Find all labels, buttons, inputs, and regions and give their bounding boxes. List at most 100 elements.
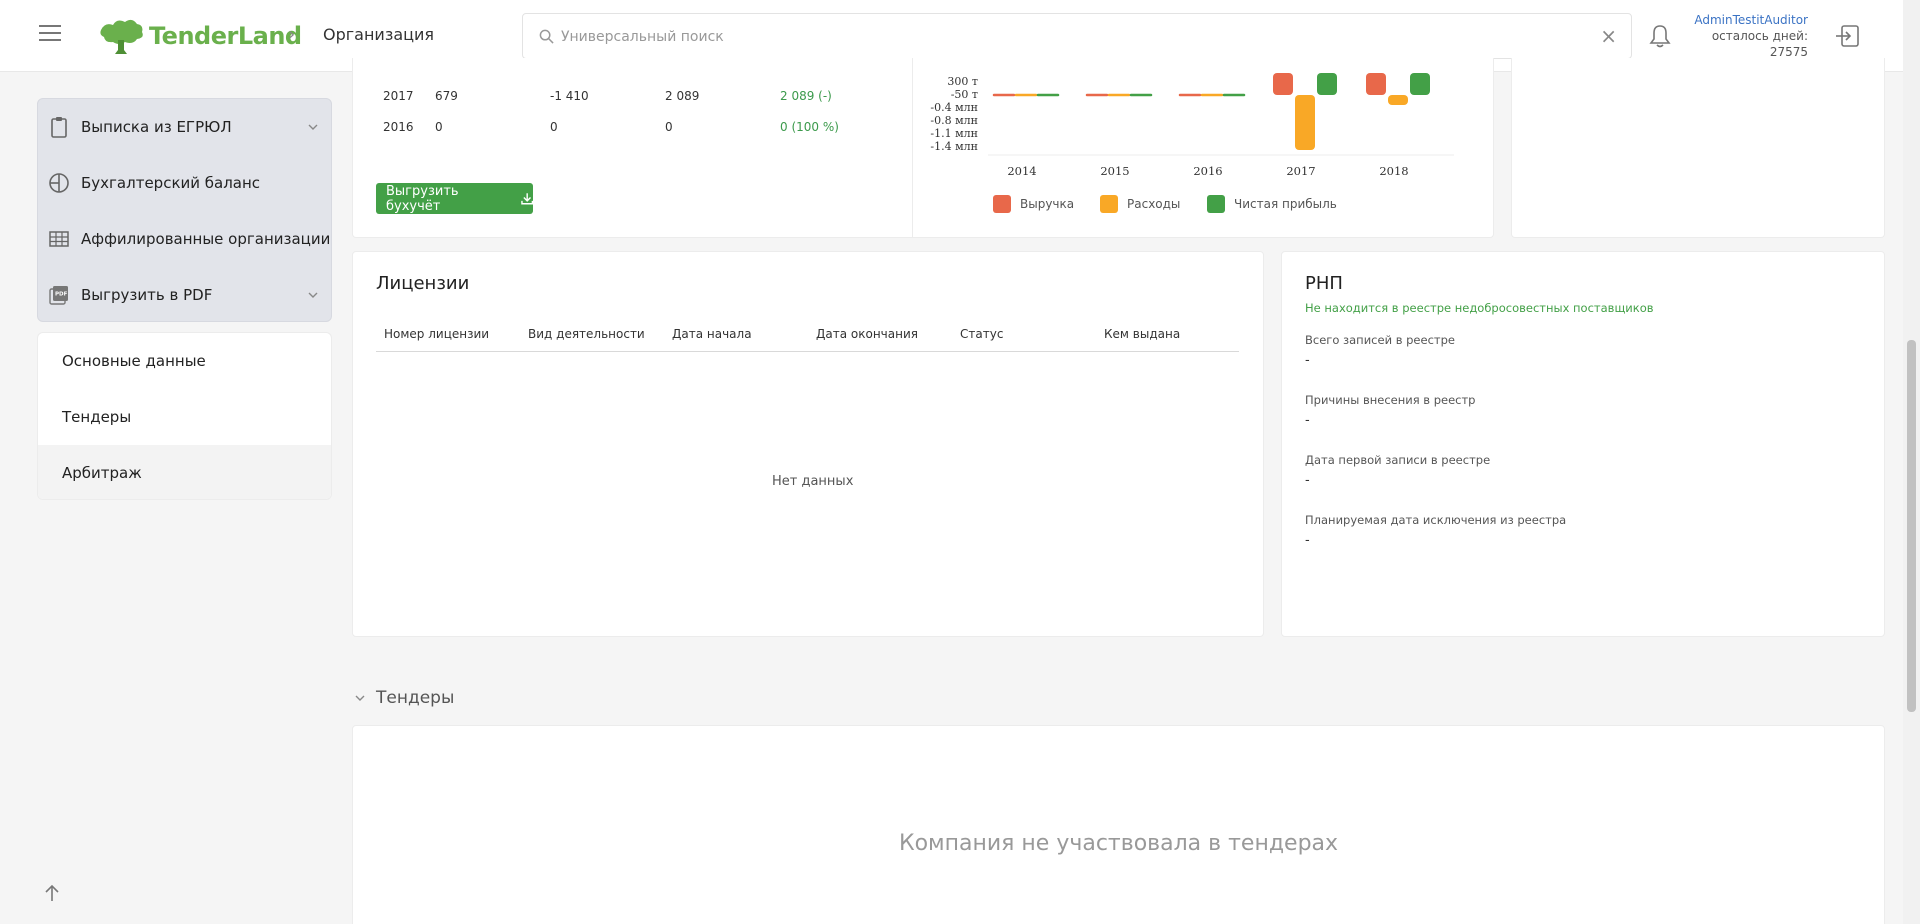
download-icon <box>520 193 533 205</box>
cell-profit: 0 <box>665 120 673 134</box>
y-tick-label: -50 т <box>951 88 978 101</box>
cell-change: 2 089 (-) <box>780 89 832 103</box>
side-info-card <box>1511 58 1885 238</box>
sidebar-item-egrul[interactable]: Выписка из ЕГРЮЛ <box>38 99 331 155</box>
legend-swatch <box>993 195 1011 213</box>
rnp-field-label: Всего записей в реестре <box>1305 333 1455 347</box>
rnp-field-label: Причины внесения в реестр <box>1305 393 1476 407</box>
chevron-down-icon[interactable] <box>307 123 319 131</box>
search-input[interactable] <box>561 25 1561 49</box>
page-scrollbar[interactable] <box>1903 0 1920 924</box>
legend-swatch <box>1100 195 1118 213</box>
legend-item[interactable]: Выручка <box>993 195 1074 213</box>
y-tick-label: 300 т <box>947 75 978 88</box>
legend-label: Выручка <box>1020 197 1075 211</box>
column-header[interactable]: Номер лицензии <box>384 327 489 341</box>
sidebar-item-affiliates[interactable]: Аффилированные организации <box>38 211 331 267</box>
cell-expenses: 0 <box>550 120 558 134</box>
column-header[interactable]: Кем выдана <box>1104 327 1180 341</box>
menu-icon[interactable] <box>39 25 61 43</box>
export-accounting-label: Выгрузить бухучёт <box>386 183 459 214</box>
y-tick-label: -1.1 млн <box>930 127 978 140</box>
bar-Расходы[interactable] <box>1295 95 1315 150</box>
export-accounting-button[interactable]: Выгрузить бухучёт <box>376 183 533 214</box>
breadcrumb-separator-icon: › <box>288 24 296 45</box>
chevron-down-icon <box>355 695 365 701</box>
svg-text:PDF: PDF <box>55 292 68 298</box>
rnp-title: РНП <box>1305 273 1343 294</box>
licenses-card <box>352 251 1264 637</box>
search-box[interactable]: × <box>522 13 1632 59</box>
x-tick-label: 2017 <box>1286 164 1315 178</box>
logout-icon[interactable] <box>1835 25 1859 47</box>
user-name[interactable]: AdminTestitAuditor <box>1680 12 1808 28</box>
bar-Выручка[interactable] <box>1366 73 1386 95</box>
nav-item-tenders[interactable]: Тендеры <box>38 389 331 445</box>
tenders-section-title: Тендеры <box>376 688 455 708</box>
close-icon[interactable]: × <box>1600 26 1617 46</box>
legend-label: Расходы <box>1127 197 1181 211</box>
column-header[interactable]: Дата начала <box>672 327 752 341</box>
logo-text: TenderLand <box>149 22 302 50</box>
y-tick-label: -1.4 млн <box>930 140 978 153</box>
x-tick-label: 2018 <box>1379 164 1408 178</box>
finance-chart: 300 т-50 т-0.4 млн-0.8 млн-1.1 млн-1.4 м… <box>930 73 1454 178</box>
column-header[interactable]: Статус <box>960 327 1003 341</box>
sidebar-item-label: Выписка из ЕГРЮЛ <box>81 118 232 136</box>
logo[interactable]: TenderLand <box>99 16 302 56</box>
finance-table: 2017 679 -1 410 2 089 2 089 (-) 2016 0 0… <box>383 89 883 139</box>
cell-change: 0 (100 %) <box>780 120 839 134</box>
bell-icon[interactable] <box>1649 24 1671 48</box>
cell-year: 2017 <box>383 89 414 103</box>
user-info[interactable]: AdminTestitAuditor осталось дней: 27575 <box>1680 12 1808 60</box>
days-left-label: осталось дней: <box>1711 29 1808 43</box>
tree-logo-icon <box>100 19 143 54</box>
y-tick-label: -0.4 млн <box>930 101 978 114</box>
rnp-field-label: Дата первой записи в реестре <box>1305 453 1491 467</box>
sidebar-item-balance[interactable]: Бухгалтерский баланс <box>38 155 331 211</box>
rnp-field-value: - <box>1305 353 1310 368</box>
bar-Чистая прибыль[interactable] <box>1317 73 1337 95</box>
sidebar-item-label: Выгрузить в PDF <box>81 286 213 304</box>
clipboard-icon <box>51 117 67 138</box>
scrollbar-thumb[interactable] <box>1907 340 1916 712</box>
tenders-empty-text: Компания не участвовала в тендерах <box>898 831 1339 856</box>
page-title: Организация <box>323 25 435 44</box>
x-tick-label: 2014 <box>1007 164 1036 178</box>
legend-item[interactable]: Чистая прибыль <box>1207 195 1337 213</box>
rnp-field-value: - <box>1305 533 1310 548</box>
pie-chart-icon <box>49 173 69 193</box>
nav-item-arbitration[interactable]: Арбитраж <box>38 445 331 499</box>
cell-revenue: 679 <box>435 89 458 103</box>
sidebar-item-label: Бухгалтерский баланс <box>81 174 261 192</box>
bar-Расходы[interactable] <box>1388 95 1408 105</box>
tenders-card: Компания не участвовала в тендерах <box>352 725 1885 924</box>
y-tick-label: -0.8 млн <box>930 114 978 127</box>
nav-item-main-data[interactable]: Основные данные <box>38 333 331 389</box>
cell-revenue: 0 <box>435 120 443 134</box>
legend-label: Чистая прибыль <box>1234 197 1337 211</box>
tenders-section-toggle[interactable]: Тендеры <box>354 688 454 708</box>
finance-card-divider <box>912 58 913 238</box>
chevron-down-icon[interactable] <box>307 291 319 299</box>
x-tick-label: 2015 <box>1100 164 1129 178</box>
rnp-field-label: Планируемая дата исключения из реестра <box>1305 513 1567 527</box>
cell-expenses: -1 410 <box>550 89 589 103</box>
licenses-title: Лицензии <box>376 273 470 294</box>
search-icon <box>539 29 554 44</box>
cell-profit: 2 089 <box>665 89 700 103</box>
legend-swatch <box>1207 195 1225 213</box>
rnp-field-value: - <box>1305 473 1310 488</box>
bar-Выручка[interactable] <box>1273 73 1293 95</box>
sidebar-item-export-pdf[interactable]: PDF Выгрузить в PDF <box>38 267 331 323</box>
column-header[interactable]: Вид деятельности <box>528 327 645 341</box>
rnp-field-value: - <box>1305 413 1310 428</box>
sidebar-section-nav: Основные данные Тендеры Арбитраж <box>37 332 332 500</box>
table-divider <box>376 351 1239 352</box>
x-tick-label: 2016 <box>1193 164 1222 178</box>
cell-year: 2016 <box>383 120 414 134</box>
column-header[interactable]: Дата окончания <box>816 327 918 341</box>
legend-item[interactable]: Расходы <box>1100 195 1180 213</box>
arrow-up-icon[interactable] <box>43 883 61 903</box>
bar-Чистая прибыль[interactable] <box>1410 73 1430 95</box>
